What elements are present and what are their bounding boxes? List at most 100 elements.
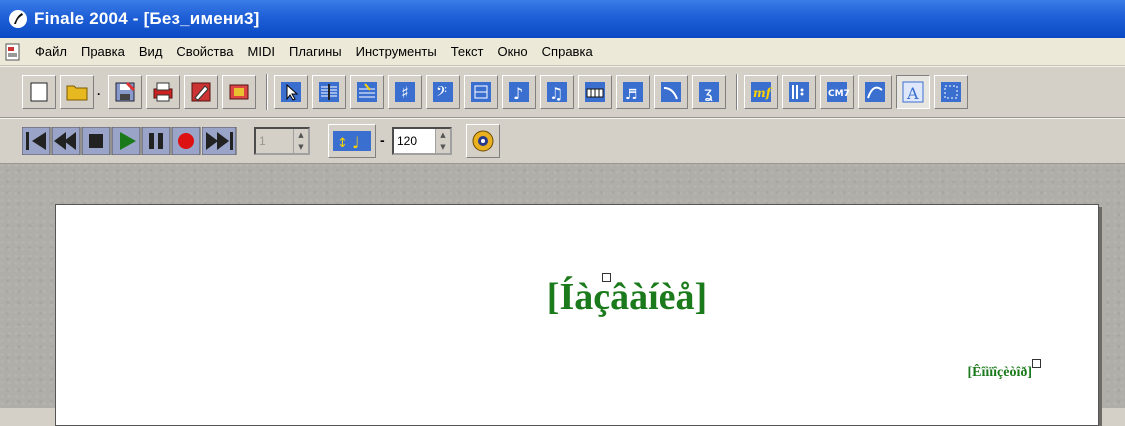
dynamics-icon: mf — [751, 82, 773, 102]
svg-text:A: A — [906, 84, 919, 103]
keyboard-icon — [585, 82, 605, 102]
disk-icon — [115, 81, 136, 102]
rewind-button[interactable] — [51, 127, 81, 155]
speaker-icon — [472, 130, 494, 152]
open-dropdown-arrow-icon[interactable]: · — [97, 87, 101, 101]
rewind-start-button[interactable] — [22, 127, 51, 155]
playback-controls — [22, 127, 201, 155]
title-bar: Finale 2004 - [Без_имени3] — [0, 0, 1125, 38]
menu-text[interactable]: Текст — [444, 39, 491, 65]
time-signature-tool-button[interactable] — [464, 75, 498, 109]
bass-clef-icon: 𝄢 — [433, 82, 453, 104]
svg-text:♬: ♬ — [625, 87, 638, 103]
tempo-note-icon: ↕ ♩ — [333, 131, 371, 152]
chord-tool-button[interactable]: CM7 — [820, 75, 854, 109]
svg-text:CM7: CM7 — [828, 89, 849, 99]
svg-text:mf: mf — [753, 86, 773, 100]
menu-help[interactable]: Справка — [535, 39, 600, 65]
menu-file[interactable]: Файл — [28, 39, 74, 65]
staff-tool-button[interactable] — [312, 75, 346, 109]
document-icon[interactable] — [4, 43, 22, 61]
expression-tool-button[interactable]: mf — [744, 75, 778, 109]
measure-spin-arrows[interactable]: ▲ ▼ — [293, 129, 308, 153]
hyperscribe-button[interactable] — [578, 75, 612, 109]
new-document-button[interactable] — [22, 75, 56, 109]
articulation-icon: ʓ — [699, 82, 719, 102]
svg-text:♯: ♯ — [401, 83, 409, 102]
tuplet-icon: ♬ — [623, 82, 643, 103]
pencil-page-icon — [191, 82, 211, 102]
lyrics-tool-button[interactable] — [858, 75, 892, 109]
text-a-icon: A — [902, 81, 924, 103]
printer-icon — [153, 82, 173, 102]
text-tool-button[interactable]: A — [896, 75, 930, 109]
pause-button[interactable] — [141, 127, 171, 155]
menu-view[interactable]: Вид — [132, 39, 170, 65]
tempo-spin-arrows[interactable]: ▲ ▼ — [435, 129, 450, 153]
speedy-note-button[interactable]: ♫ — [540, 75, 574, 109]
new-document-icon — [30, 82, 48, 102]
arrow-cursor-icon — [281, 82, 301, 102]
staff-lines-icon — [319, 82, 339, 102]
repeat-tool-button[interactable] — [782, 75, 816, 109]
measure-tool-button[interactable] — [350, 75, 384, 109]
svg-text:ʓ: ʓ — [704, 84, 713, 102]
smart-shape-tool-button[interactable] — [654, 75, 688, 109]
tempo-note-button[interactable]: ↕ ♩ — [328, 124, 376, 158]
folder-icon — [66, 85, 88, 101]
playback-toolbar: 1 ▲ ▼ ↕ ♩ - 120 ▲ ▼ — [0, 118, 1125, 164]
stop-button[interactable] — [81, 127, 111, 155]
tempo-spinbox[interactable]: 120 ▲ ▼ — [392, 127, 452, 155]
open-button[interactable] — [60, 75, 94, 109]
graphics-frame-icon — [941, 82, 961, 102]
print-button[interactable] — [146, 75, 180, 109]
lyrics-icon — [865, 82, 885, 102]
beamed-notes-icon: ♫ — [547, 82, 567, 103]
composer-text-handle[interactable] — [1032, 359, 1041, 368]
graphics-tool-button[interactable] — [934, 75, 968, 109]
speaker-settings-button[interactable] — [466, 124, 500, 158]
slur-icon — [661, 82, 681, 102]
palette-button[interactable] — [222, 75, 256, 109]
key-signature-icon: ♯ — [395, 82, 415, 102]
menu-plugins[interactable]: Плагины — [282, 39, 349, 65]
title-text-handle[interactable] — [602, 273, 611, 282]
selection-tool-button[interactable] — [274, 75, 308, 109]
toolbar-separator — [736, 74, 738, 110]
measure-spinbox[interactable]: 1 ▲ ▼ — [254, 127, 310, 155]
eighth-note-icon: ♪ — [509, 82, 529, 103]
svg-text:♩: ♩ — [352, 133, 360, 152]
score-title-text[interactable]: [Íàçâàíèå] — [56, 275, 1098, 319]
speedy-entry-button[interactable] — [184, 75, 218, 109]
main-toolbar: · ♯ 𝄢 ♪ ♫ ♬ ʓ mf CM7 A — [0, 66, 1125, 118]
finale-app-icon[interactable] — [6, 7, 30, 31]
menu-tools[interactable]: Инструменты — [349, 39, 444, 65]
window-title: Finale 2004 - [Без_имени3] — [34, 9, 260, 28]
articulation-tool-button[interactable]: ʓ — [692, 75, 726, 109]
svg-text:♪: ♪ — [513, 84, 523, 103]
fast-forward-end-button[interactable] — [202, 127, 252, 155]
chord-symbol-icon: CM7 — [827, 82, 849, 102]
repeat-icon — [789, 82, 809, 102]
score-page[interactable]: [Íàçâàíèå] [Êîìïîçèòîð] — [55, 204, 1099, 426]
tuplet-tool-button[interactable]: ♬ — [616, 75, 650, 109]
measure-value: 1 — [259, 134, 266, 148]
menu-properties[interactable]: Свойства — [169, 39, 240, 65]
time-signature-icon — [471, 82, 491, 102]
palette-icon — [229, 84, 249, 100]
menu-edit[interactable]: Правка — [74, 39, 132, 65]
play-button[interactable] — [111, 127, 141, 155]
menu-midi[interactable]: MIDI — [241, 39, 282, 65]
menu-window[interactable]: Окно — [490, 39, 534, 65]
clef-tool-button[interactable]: 𝄢 — [426, 75, 460, 109]
record-button[interactable] — [171, 127, 201, 155]
svg-text:♫: ♫ — [549, 84, 563, 103]
svg-text:𝄢: 𝄢 — [436, 84, 447, 104]
save-button[interactable] — [108, 75, 142, 109]
menu-bar: Файл Правка Вид Свойства MIDI Плагины Ин… — [0, 38, 1125, 66]
document-workspace[interactable]: [Íàçâàíèå] [Êîìïîçèòîð] — [0, 164, 1125, 426]
key-signature-tool-button[interactable]: ♯ — [388, 75, 422, 109]
svg-text:↕: ↕ — [337, 136, 348, 151]
score-composer-text[interactable]: [Êîìïîçèòîð] — [967, 365, 1032, 381]
simple-entry-button[interactable]: ♪ — [502, 75, 536, 109]
